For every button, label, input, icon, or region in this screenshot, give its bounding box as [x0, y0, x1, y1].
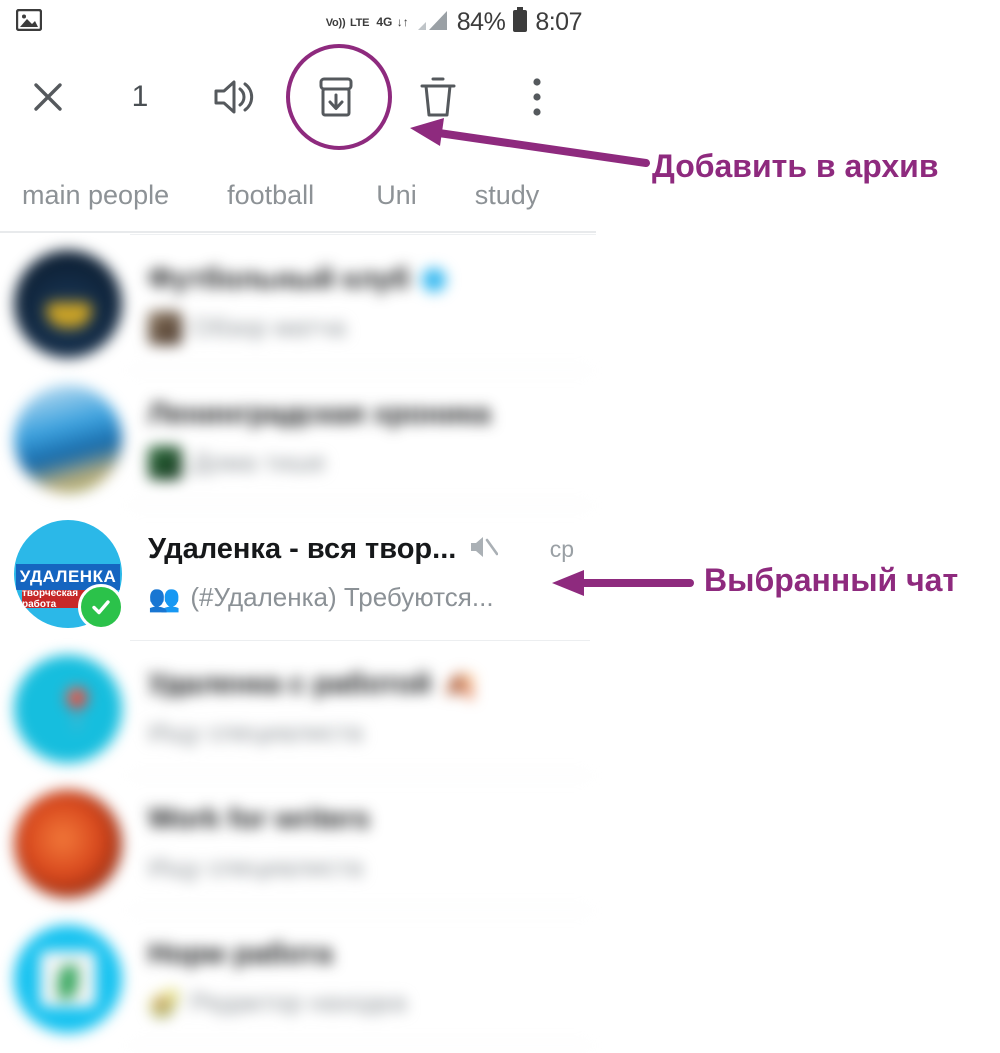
folder-tab-bar: main people football Uni study — [0, 160, 596, 230]
chat-preview: (#Удаленка) Требуются... — [190, 582, 494, 612]
chat-title: Удаленка с работой — [148, 668, 432, 700]
avocado-emoji-icon: 🥑 — [148, 987, 181, 1018]
chat-list[interactable]: Футбольный клуб Обзор матча Ленинградска… — [0, 236, 596, 1053]
battery-icon — [512, 6, 528, 38]
preview-thumbnail — [148, 445, 182, 480]
network-type-icon: 4G ↓↑ — [376, 15, 409, 29]
avatar — [14, 924, 122, 1033]
chat-title: Work for writers — [148, 803, 370, 835]
close-icon — [34, 83, 62, 111]
phone-screenshot-pane: Vo)) LTE 4G ↓↑ 84% 8:07 1 main people fo… — [0, 0, 596, 1053]
chat-preview: Редактор находка — [190, 987, 407, 1017]
speaker-icon — [214, 80, 254, 114]
status-bar: Vo)) LTE 4G ↓↑ 84% 8:07 — [0, 0, 596, 44]
chat-list-item[interactable]: 📍 Удаленка с работой 🍂 Ищу специалиста — [0, 641, 596, 776]
chat-preview: Ищу специалиста — [148, 852, 363, 882]
trash-icon — [420, 77, 456, 117]
close-selection-button[interactable] — [0, 77, 96, 117]
leaf-emoji-icon: 🍂 — [443, 669, 476, 700]
archive-button-highlight-circle — [286, 44, 392, 150]
status-bar-right: Vo)) LTE 4G ↓↑ 84% 8:07 — [325, 6, 582, 38]
chat-list-item[interactable]: Ленинградская хроника Дома тише — [0, 371, 596, 506]
checkmark-icon — [92, 599, 110, 614]
verified-badge-icon — [421, 267, 446, 292]
tab-uni[interactable]: Uni — [376, 180, 417, 211]
avatar-art: 📍 — [52, 687, 102, 732]
annotation-archive-label: Добавить в архив — [652, 148, 939, 184]
tab-bar-divider — [0, 231, 596, 233]
battery-percent-label: 84% — [456, 7, 506, 36]
chat-title: Удаленка - вся твор... — [148, 533, 457, 565]
status-bar-left — [15, 8, 43, 36]
unmute-button[interactable] — [184, 76, 284, 118]
annotation-selected-chat-label: Выбранный чат — [704, 562, 959, 598]
muted-icon — [468, 534, 499, 565]
avatar-art-detail — [58, 964, 78, 999]
group-emoji-icon: 👥 — [148, 582, 181, 613]
avatar-art — [46, 301, 92, 328]
tab-football[interactable]: football — [227, 180, 314, 211]
chat-title: Норм работа — [148, 938, 333, 970]
row-separator — [130, 1045, 590, 1046]
chat-list-item[interactable]: Work for writers Ищу специалиста — [0, 776, 596, 911]
volte-icon: Vo)) LTE — [325, 17, 370, 29]
avatar: УДАЛЕНКА творческая работа — [14, 519, 124, 630]
chat-list-item[interactable]: Футбольный клуб Обзор матча — [0, 236, 596, 371]
tab-bar-divider-secondary — [130, 234, 596, 235]
tab-study[interactable]: study — [475, 180, 540, 211]
tab-main-people[interactable]: main people — [22, 180, 169, 211]
chat-preview: Ищу специалиста — [148, 717, 363, 747]
avatar — [14, 384, 122, 493]
overflow-menu-button[interactable] — [488, 76, 586, 118]
avatar — [14, 789, 122, 898]
signal-bars-icon — [416, 8, 450, 37]
image-icon — [15, 8, 43, 36]
chat-preview: Обзор матча — [192, 312, 346, 342]
chat-list-item[interactable]: Норм работа 🥑 Редактор находка — [0, 911, 596, 1046]
selected-check-badge — [78, 583, 124, 630]
chat-title: Ленинградская хроника — [148, 398, 491, 430]
chat-list-item-selected[interactable]: УДАЛЕНКА творческая работа Удаленка - вс… — [0, 506, 596, 641]
clock-label: 8:07 — [535, 7, 582, 36]
selection-count-label: 1 — [131, 80, 149, 113]
chat-preview: Дома тише — [192, 447, 326, 477]
chat-timestamp: ср — [549, 536, 574, 562]
delete-button[interactable] — [388, 73, 488, 121]
chat-title: Футбольный клуб — [148, 263, 410, 295]
avatar: 📍 — [14, 654, 122, 763]
three-dots-icon — [533, 78, 541, 116]
preview-thumbnail — [148, 310, 182, 345]
avatar — [14, 249, 122, 358]
